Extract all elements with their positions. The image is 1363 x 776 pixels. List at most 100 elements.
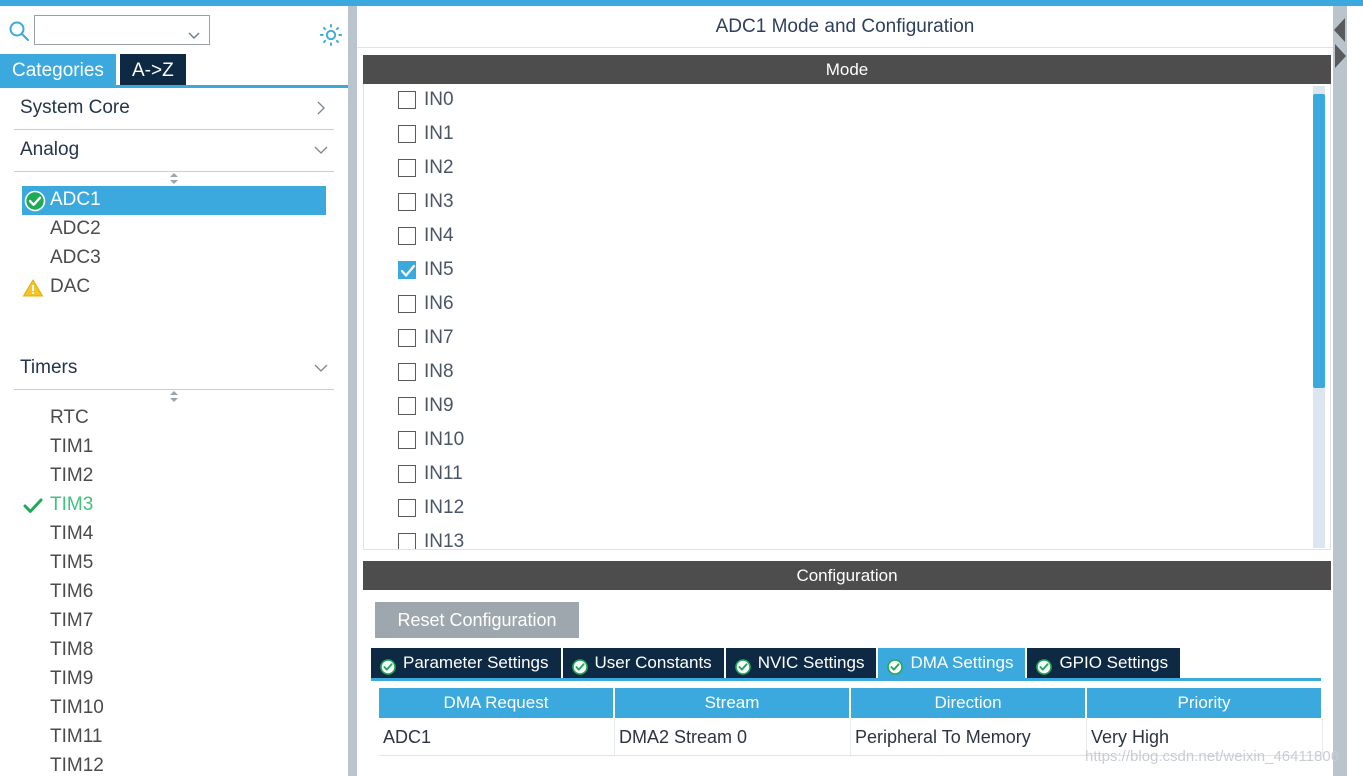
- tree-group-timers[interactable]: Timers: [14, 348, 334, 390]
- channel-row-in13[interactable]: IN13: [364, 526, 1330, 549]
- configuration-tabs-underline: [371, 678, 1321, 681]
- channel-row-in9[interactable]: IN9: [364, 390, 1330, 424]
- checkbox[interactable]: [398, 363, 416, 381]
- green-check-circle-icon: [734, 655, 751, 675]
- channel-label: IN6: [424, 293, 454, 314]
- checkbox[interactable]: [398, 91, 416, 109]
- sidebar-item-adc2[interactable]: ADC2: [0, 215, 348, 244]
- chevron-down-icon[interactable]: [188, 27, 200, 39]
- checkbox[interactable]: [398, 227, 416, 245]
- channel-row-in2[interactable]: IN2: [364, 152, 1330, 186]
- sidebar-item-tim4[interactable]: TIM4: [0, 520, 348, 549]
- sidebar-item-tim12[interactable]: TIM12: [0, 752, 348, 776]
- channel-row-in4[interactable]: IN4: [364, 220, 1330, 254]
- channel-row-in3[interactable]: IN3: [364, 186, 1330, 220]
- channel-row-in0[interactable]: IN0: [364, 84, 1330, 118]
- search-input[interactable]: [39, 19, 179, 41]
- checkbox[interactable]: [398, 329, 416, 347]
- channel-label: IN9: [424, 395, 454, 416]
- sidebar-item-label: TIM10: [50, 697, 104, 718]
- channel-row-in8[interactable]: IN8: [364, 356, 1330, 390]
- tab-gpio-settings[interactable]: GPIO Settings: [1027, 648, 1181, 678]
- tree-group-analog[interactable]: Analog: [14, 130, 334, 172]
- green-check-circle-icon: [380, 655, 396, 675]
- sidebar-item-dac[interactable]: DAC: [0, 273, 348, 302]
- column-header-stream[interactable]: Stream: [615, 688, 851, 718]
- sidebar-item-tim10[interactable]: TIM10: [0, 694, 348, 723]
- sidebar-item-tim11[interactable]: TIM11: [0, 723, 348, 752]
- channel-row-in7[interactable]: IN7: [364, 322, 1330, 356]
- channel-label: IN0: [424, 89, 454, 110]
- checkbox[interactable]: [398, 159, 416, 177]
- panel-divider[interactable]: [348, 6, 357, 776]
- channel-row-in6[interactable]: IN6: [364, 288, 1330, 322]
- mode-scrollbar-thumb[interactable]: [1313, 94, 1325, 388]
- channel-row-in10[interactable]: IN10: [364, 424, 1330, 458]
- checkbox[interactable]: [398, 499, 416, 517]
- green-check-icon: [22, 495, 44, 517]
- checkbox[interactable]: [398, 193, 416, 211]
- checkbox-checked[interactable]: [398, 261, 416, 279]
- checkbox[interactable]: [398, 431, 416, 449]
- checkbox[interactable]: [398, 533, 416, 549]
- column-header-priority[interactable]: Priority: [1087, 688, 1323, 718]
- cubemx-window: Categories A->Z System Core Analog ADC1 …: [0, 0, 1363, 776]
- tab-categories[interactable]: Categories: [0, 54, 116, 87]
- triangle-left-icon[interactable]: [1333, 16, 1347, 44]
- checkbox[interactable]: [398, 465, 416, 483]
- tab-parameter-settings[interactable]: Parameter Settings: [371, 648, 561, 678]
- tab-nvic-settings[interactable]: NVIC Settings: [725, 648, 877, 678]
- sidebar-item-label: TIM8: [50, 639, 94, 660]
- cell-dma-request: ADC1: [379, 718, 615, 755]
- peripheral-tree: System Core Analog ADC1 ADC2 ADC3 DAC Ti…: [0, 88, 348, 776]
- sidebar-item-label: ADC3: [50, 247, 101, 268]
- mode-scrollbar-track[interactable]: [1313, 86, 1325, 548]
- tab-dma-settings[interactable]: DMA Settings: [878, 648, 1026, 678]
- reset-configuration-button[interactable]: Reset Configuration: [375, 602, 579, 638]
- configuration-section-header: Configuration: [363, 561, 1331, 590]
- sidebar-item-tim1[interactable]: TIM1: [0, 433, 348, 462]
- sidebar-item-tim7[interactable]: TIM7: [0, 607, 348, 636]
- sidebar-item-label: TIM1: [50, 436, 94, 457]
- tab-user-constants[interactable]: User Constants: [562, 648, 724, 678]
- green-check-circle-icon: [887, 655, 904, 675]
- table-row[interactable]: ADC1 DMA2 Stream 0 Peripheral To Memory …: [379, 718, 1323, 756]
- warning-triangle-icon: [22, 277, 44, 299]
- sidebar-item-rtc[interactable]: RTC: [0, 404, 348, 433]
- channel-row-in11[interactable]: IN11: [364, 458, 1330, 492]
- tree-resize-handle-analog[interactable]: [0, 172, 348, 186]
- sidebar-item-tim8[interactable]: TIM8: [0, 636, 348, 665]
- column-header-dma-request[interactable]: DMA Request: [379, 688, 615, 718]
- channel-row-in5[interactable]: IN5: [364, 254, 1330, 288]
- tree-resize-handle-timers[interactable]: [0, 390, 348, 404]
- sidebar-item-adc3[interactable]: ADC3: [0, 244, 348, 273]
- tab-a-to-z[interactable]: A->Z: [120, 54, 186, 87]
- sidebar-item-tim5[interactable]: TIM5: [0, 549, 348, 578]
- checkbox[interactable]: [398, 125, 416, 143]
- dma-settings-table: DMA Request Stream Direction Priority AD…: [379, 688, 1323, 756]
- sidebar-item-label: TIM4: [50, 523, 94, 544]
- channel-row-in12[interactable]: IN12: [364, 492, 1330, 526]
- sidebar-item-tim3[interactable]: TIM3: [0, 491, 348, 520]
- channel-label: IN3: [424, 191, 454, 212]
- search-combo[interactable]: [34, 15, 210, 45]
- channel-label: IN2: [424, 157, 454, 178]
- sidebar-item-label: TIM7: [50, 610, 94, 631]
- channel-row-in1[interactable]: IN1: [364, 118, 1330, 152]
- triangle-right-icon[interactable]: [1333, 42, 1347, 70]
- mode-channel-list: IN0 IN1 IN2 IN3 IN4 IN5 IN6 IN7 IN8 IN9 …: [363, 84, 1331, 550]
- column-header-direction[interactable]: Direction: [851, 688, 1087, 718]
- sidebar-item-adc1[interactable]: ADC1: [22, 186, 326, 215]
- search-icon: [8, 20, 30, 42]
- rail-background: [1333, 6, 1347, 776]
- checkbox[interactable]: [398, 397, 416, 415]
- sidebar-item-tim9[interactable]: TIM9: [0, 665, 348, 694]
- sidebar-item-tim2[interactable]: TIM2: [0, 462, 348, 491]
- sidebar-item-label: DAC: [50, 276, 91, 297]
- gear-icon[interactable]: [318, 22, 344, 48]
- tree-group-label: System Core: [20, 97, 130, 118]
- checkbox[interactable]: [398, 295, 416, 313]
- tree-group-system-core[interactable]: System Core: [14, 88, 334, 130]
- channel-label: IN8: [424, 361, 454, 382]
- sidebar-item-tim6[interactable]: TIM6: [0, 578, 348, 607]
